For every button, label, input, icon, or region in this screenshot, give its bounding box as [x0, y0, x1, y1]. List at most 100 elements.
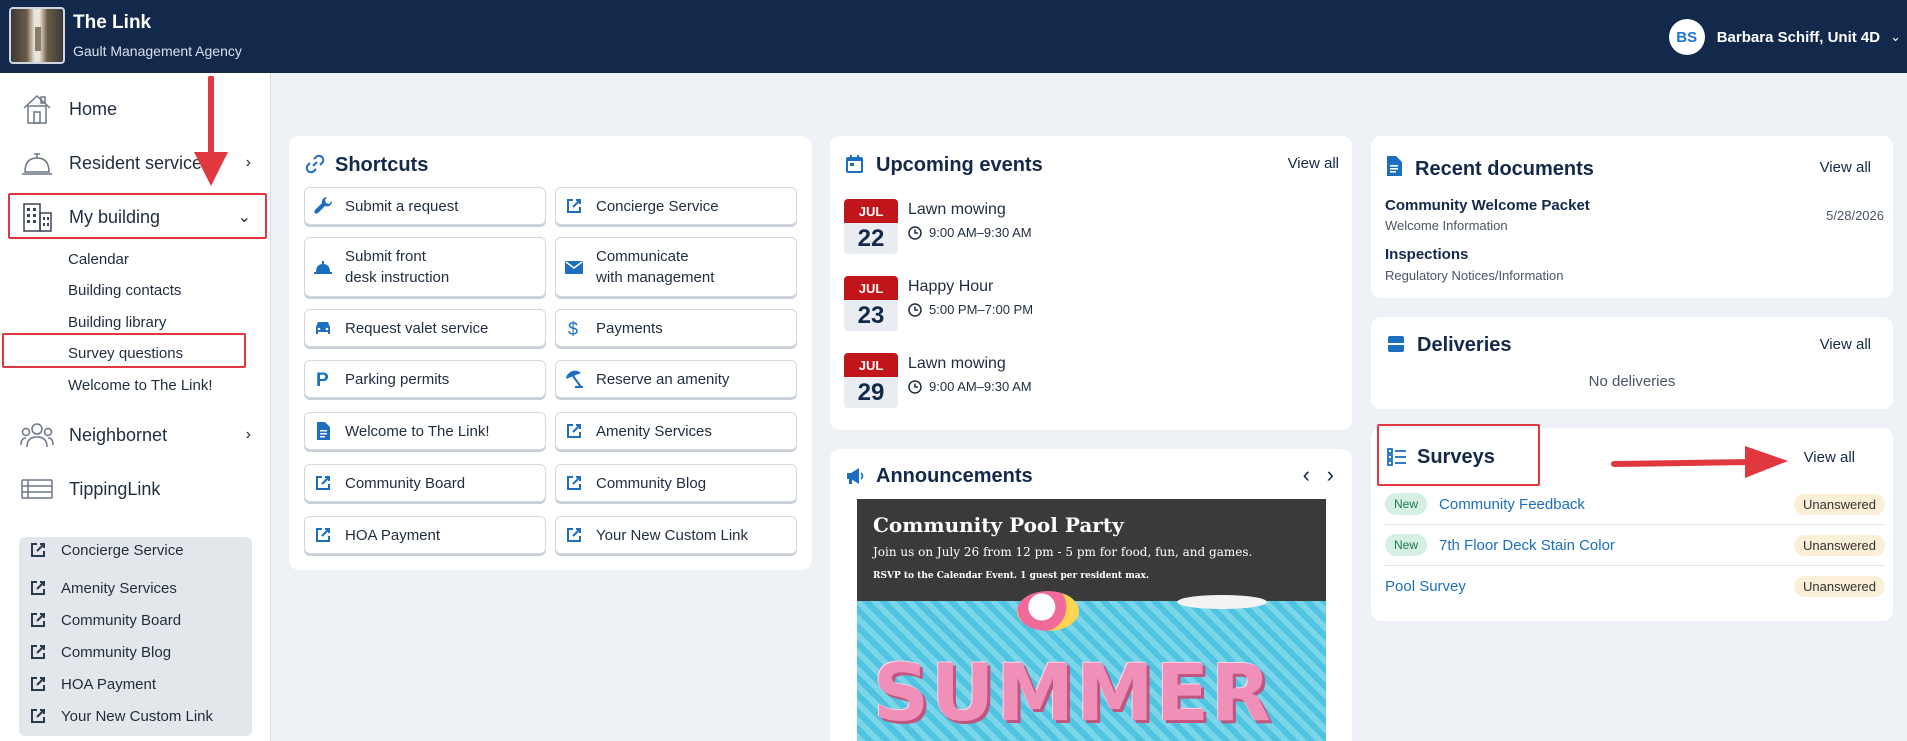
survey-title-link[interactable]: Community Feedback: [1439, 496, 1585, 513]
shortcut-community-board[interactable]: Community Board: [304, 464, 546, 502]
sidebar-item-tippinglink[interactable]: TippingLink: [0, 465, 271, 513]
survey-title-link[interactable]: Pool Survey: [1385, 578, 1466, 595]
shortcuts-title: Shortcuts: [335, 154, 429, 176]
sidebar-item-label: Resident services: [69, 152, 212, 173]
quick-link-community-board[interactable]: Community Board: [29, 611, 181, 629]
shortcut-valet[interactable]: Request valet service: [304, 309, 546, 347]
deliveries-empty-message: No deliveries: [1588, 373, 1676, 390]
document-title[interactable]: Inspections: [1385, 246, 1468, 263]
announcement-prev-button[interactable]: ‹: [1303, 462, 1310, 488]
announcement-image[interactable]: Community Pool Party Join us on July 26 …: [857, 499, 1326, 741]
event-time: 9:00 AM–9:30 AM: [908, 225, 1032, 240]
shortcut-label: Welcome to The Link!: [345, 422, 490, 440]
event-title[interactable]: Happy Hour: [908, 278, 993, 296]
event-time-text: 9:00 AM–9:30 AM: [929, 225, 1032, 240]
survey-title-link[interactable]: 7th Floor Deck Stain Color: [1439, 537, 1615, 554]
event-title[interactable]: Lawn mowing: [908, 355, 1006, 373]
annotation-arrow-right: [1611, 446, 1788, 478]
surveys-view-all-link[interactable]: View all: [1804, 449, 1855, 466]
agency-name: Gault Management Agency: [73, 43, 242, 59]
shortcut-welcome[interactable]: Welcome to The Link!: [304, 412, 546, 450]
shortcut-submit-request[interactable]: Submit a request: [304, 187, 546, 225]
shortcut-amenity-services[interactable]: Amenity Services: [555, 412, 797, 450]
summer-graphic-text: SUMMER: [873, 649, 1274, 739]
sidebar-subitem-calendar[interactable]: Calendar: [68, 251, 129, 268]
quick-link-concierge-service[interactable]: Concierge Service: [29, 541, 184, 559]
sidebar-item-label: Home: [69, 98, 118, 119]
sidebar-item-label: My building: [69, 206, 161, 227]
shortcut-label: Your New Custom Link: [596, 526, 749, 544]
external-link-icon: [564, 196, 584, 216]
shortcut-communicate[interactable]: Communicate with management: [555, 237, 797, 297]
quick-link-custom[interactable]: Your New Custom Link: [29, 707, 213, 725]
announcement-headline: Community Pool Party: [873, 513, 1124, 537]
quick-link-amenity-services[interactable]: Amenity Services: [29, 579, 177, 597]
documents-title: Recent documents: [1415, 158, 1594, 180]
survey-row[interactable]: New 7th Floor Deck Stain Color Unanswere…: [1385, 529, 1885, 561]
home-icon: [19, 91, 55, 127]
svg-text:P: P: [316, 370, 329, 389]
sidebar-item-my-building[interactable]: My building ⌄: [0, 193, 271, 241]
event-item[interactable]: JUL 23 Happy Hour 5:00 PM–7:00 PM: [844, 276, 1324, 334]
app-title: The Link: [73, 12, 152, 33]
sidebar-item-home[interactable]: Home: [0, 85, 271, 133]
sidebar-item-label: TippingLink: [69, 478, 161, 499]
events-title: Upcoming events: [876, 154, 1043, 176]
sidebar-subitem-survey-questions[interactable]: Survey questions: [68, 345, 183, 362]
sidebar-subitem-building-library[interactable]: Building library: [68, 314, 166, 331]
quick-link-label: Community Blog: [61, 643, 172, 661]
event-date: JUL 23: [844, 276, 898, 331]
shortcut-hoa-payment[interactable]: HOA Payment: [304, 516, 546, 554]
car-icon: [313, 318, 333, 338]
document-category: Regulatory Notices/Information: [1385, 268, 1564, 283]
shortcut-payments[interactable]: $ Payments: [555, 309, 797, 347]
mail-icon: [564, 257, 584, 277]
sidebar-item-label: Neighbornet: [69, 424, 168, 445]
sidebar-subitem-welcome[interactable]: Welcome to The Link!: [68, 377, 213, 394]
shortcut-reserve-amenity[interactable]: Reserve an amenity: [555, 360, 797, 398]
user-menu[interactable]: BS Barbara Schiff, Unit 4D ⌄: [1668, 17, 1907, 57]
user-name[interactable]: Barbara Schiff, Unit 4D: [1717, 29, 1880, 46]
document-icon: [1387, 156, 1402, 176]
document-date: 5/28/2026: [1826, 208, 1884, 223]
events-view-all-link[interactable]: View all: [1288, 155, 1339, 172]
deliveries-view-all-link[interactable]: View all: [1820, 336, 1871, 353]
shortcut-community-blog[interactable]: Community Blog: [555, 464, 797, 502]
shortcut-label: Request valet service: [345, 319, 489, 337]
quick-link-hoa-payment[interactable]: HOA Payment: [29, 675, 156, 693]
shortcut-front-desk[interactable]: Submit front desk instruction: [304, 237, 546, 297]
building-logo[interactable]: [9, 7, 65, 64]
quick-link-community-blog[interactable]: Community Blog: [29, 643, 171, 661]
shortcuts-card: Shortcuts Submit a request Submit front …: [289, 136, 812, 570]
survey-row[interactable]: New Community Feedback Unanswered: [1385, 488, 1885, 520]
event-title[interactable]: Lawn mowing: [908, 201, 1006, 219]
announcement-details: Join us on July 26 from 12 pm - 5 pm for…: [873, 545, 1253, 559]
event-time-text: 9:00 AM–9:30 AM: [929, 379, 1032, 394]
shortcut-parking[interactable]: P Parking permits: [304, 360, 546, 398]
sidebar-subitem-building-contacts[interactable]: Building contacts: [68, 282, 181, 299]
event-item[interactable]: JUL 22 Lawn mowing 9:00 AM–9:30 AM: [844, 199, 1324, 257]
new-badge: New: [1385, 493, 1428, 515]
sidebar-item-resident-services[interactable]: Resident services ›: [0, 139, 271, 187]
status-badge: Unanswered: [1794, 493, 1885, 515]
documents-view-all-link[interactable]: View all: [1820, 159, 1871, 176]
external-link-icon: [564, 421, 584, 441]
shortcut-label: Concierge Service: [596, 197, 719, 215]
event-item[interactable]: JUL 29 Lawn mowing 9:00 AM–9:30 AM: [844, 353, 1324, 411]
announcement-next-button[interactable]: ›: [1327, 462, 1334, 488]
event-day: 22: [857, 224, 885, 252]
document-title[interactable]: Community Welcome Packet: [1385, 197, 1590, 214]
dollar-icon: $: [564, 318, 584, 338]
avatar[interactable]: BS: [1668, 19, 1705, 55]
shortcut-concierge-service[interactable]: Concierge Service: [555, 187, 797, 225]
chevron-down-icon[interactable]: ⌄: [1890, 29, 1901, 45]
survey-row[interactable]: Pool Survey Unanswered: [1385, 570, 1885, 602]
external-link-icon: [31, 677, 45, 691]
event-time: 9:00 AM–9:30 AM: [908, 379, 1032, 394]
shortcut-custom-link[interactable]: Your New Custom Link: [555, 516, 797, 554]
sidebar: Home Resident services › My building ⌄ C…: [0, 73, 271, 741]
sidebar-item-neighbornet[interactable]: Neighbornet ›: [0, 411, 271, 459]
event-month: JUL: [844, 353, 898, 377]
deliveries-card: Deliveries View all No deliveries: [1371, 317, 1893, 409]
megaphone-icon: [847, 468, 864, 484]
